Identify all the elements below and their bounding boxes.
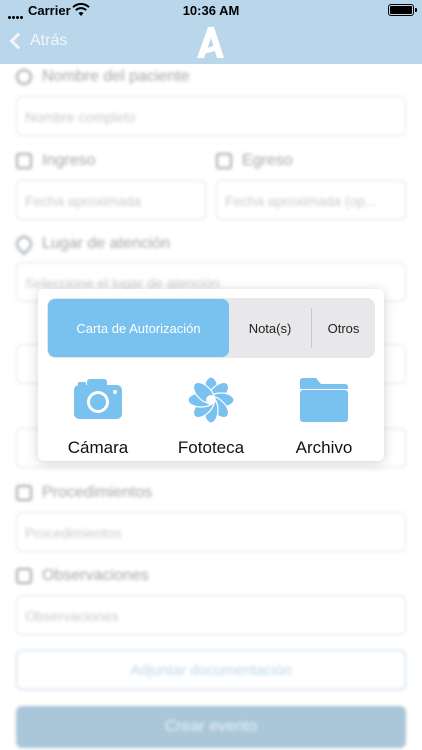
folder-icon (300, 378, 348, 422)
battery-icon (388, 4, 417, 16)
file-label: Archivo (295, 438, 353, 457)
top-bar: Carrier 10:36 AM Atrás (0, 0, 422, 64)
segment-otros[interactable]: Otros (312, 299, 375, 357)
app-logo-icon (197, 27, 224, 58)
navigation-bar: Atrás (0, 22, 422, 64)
camera-label: Cámara (67, 438, 129, 457)
back-button[interactable]: Atrás (9, 32, 68, 50)
attachment-popup: Carta de Autorización Nota(s) Otros Cáma… (38, 289, 384, 461)
segment-notas[interactable]: Nota(s) (229, 299, 311, 357)
clock: 10:36 AM (182, 3, 240, 18)
file-action[interactable]: Archivo (274, 375, 374, 458)
document-type-segmented-control: Carta de Autorización Nota(s) Otros (47, 298, 375, 358)
chevron-left-icon (9, 32, 27, 50)
status-bar: Carrier 10:36 AM (0, 0, 422, 22)
segment-carta-autorizacion[interactable]: Carta de Autorización (48, 299, 229, 357)
photo-library-action[interactable]: Fototeca (161, 375, 261, 458)
camera-action[interactable]: Cámara (48, 375, 148, 458)
photo-library-label: Fototeca (177, 438, 245, 457)
photos-flower-icon (187, 376, 235, 424)
back-label: Atrás (30, 32, 68, 49)
camera-icon (74, 379, 122, 419)
